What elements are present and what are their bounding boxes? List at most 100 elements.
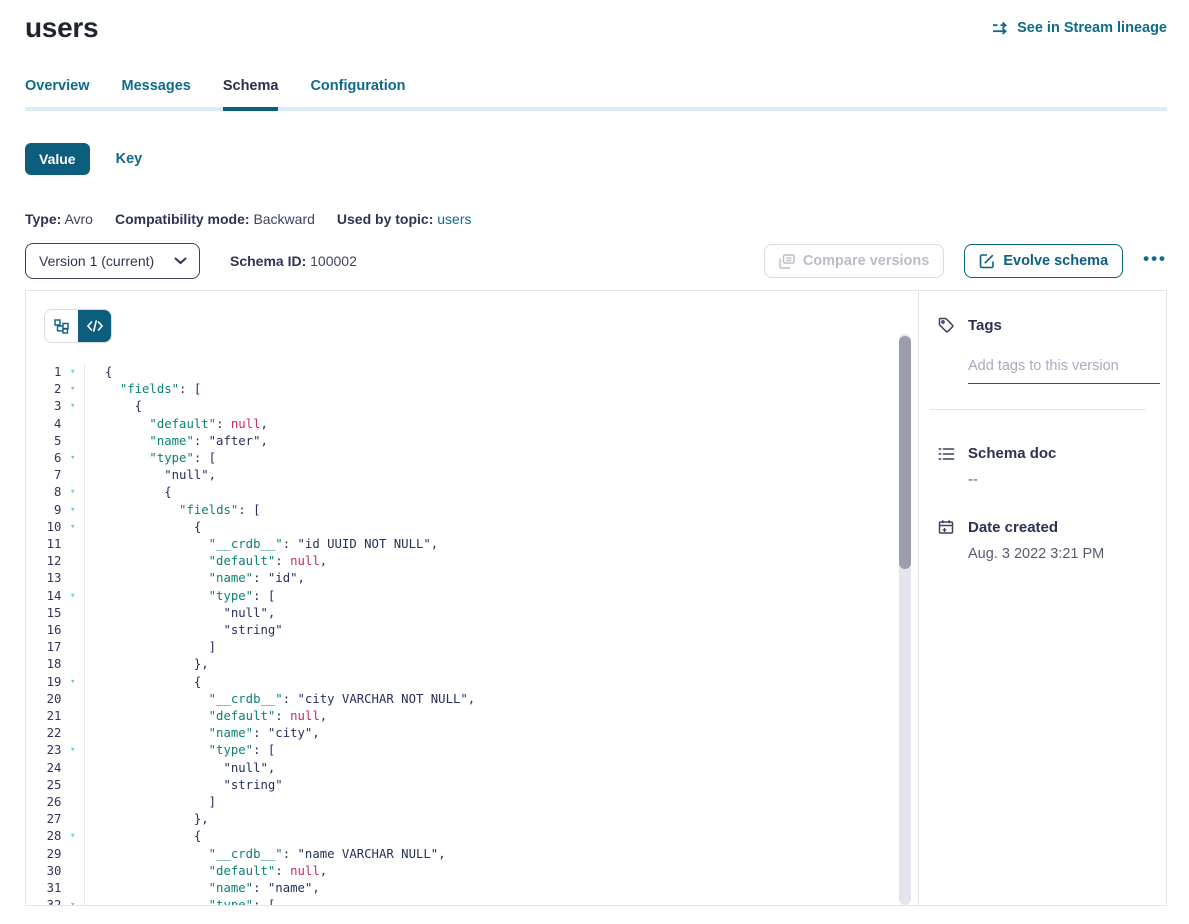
tab-overview[interactable]: Overview: [25, 78, 90, 107]
fold-toggle-icon[interactable]: ▾: [61, 398, 84, 415]
add-tags-input[interactable]: [968, 358, 1160, 384]
gutter: 29: [26, 846, 85, 863]
code-text: "name": "name",: [85, 880, 320, 897]
code-line: 13 "name": "id",: [26, 570, 918, 587]
code-text: "__crdb__": "id UUID NOT NULL",: [85, 536, 438, 553]
chevron-down-icon: [174, 257, 187, 265]
line-number: 3: [26, 398, 61, 415]
value-toggle-button[interactable]: Value: [25, 143, 90, 175]
gutter: 32▾: [26, 897, 85, 906]
code-line: 30 "default": null,: [26, 863, 918, 880]
editor-scrollbar-thumb[interactable]: [899, 336, 911, 569]
line-number: 20: [26, 691, 61, 708]
code-text: {: [85, 398, 142, 415]
fold-toggle-icon[interactable]: ▾: [61, 742, 84, 759]
gutter: 4: [26, 416, 85, 433]
tab-configuration[interactable]: Configuration: [310, 78, 405, 107]
see-in-stream-lineage-link[interactable]: See in Stream lineage: [992, 20, 1167, 36]
tree-view-icon: [54, 319, 69, 334]
fold-spacer: [61, 467, 84, 484]
line-number: 31: [26, 880, 61, 897]
line-number: 21: [26, 708, 61, 725]
line-number: 19: [26, 674, 61, 691]
compare-versions-button[interactable]: Compare versions: [764, 244, 945, 278]
fold-toggle-icon[interactable]: ▾: [61, 828, 84, 845]
line-number: 11: [26, 536, 61, 553]
fold-spacer: [61, 863, 84, 880]
code-line: 16 "string": [26, 622, 918, 639]
code-line: 15 "null",: [26, 605, 918, 622]
code-line: 8▾ {: [26, 484, 918, 501]
tree-view-button[interactable]: [45, 310, 78, 342]
line-number: 13: [26, 570, 61, 587]
code-view-button[interactable]: [78, 310, 111, 342]
fold-toggle-icon[interactable]: ▾: [61, 381, 84, 398]
editor-toolbar: [26, 291, 918, 343]
code-line: 7 "null",: [26, 467, 918, 484]
used-by-topic: Used by topic: users: [337, 211, 472, 227]
code-line: 20 "__crdb__": "city VARCHAR NOT NULL",: [26, 691, 918, 708]
gutter: 26: [26, 794, 85, 811]
version-select[interactable]: Version 1 (current): [25, 243, 200, 279]
line-number: 18: [26, 656, 61, 673]
fold-spacer: [61, 639, 84, 656]
more-actions-menu-button[interactable]: •••: [1143, 250, 1167, 273]
code-line: 26 ]: [26, 794, 918, 811]
gutter: 2▾: [26, 381, 85, 398]
fold-toggle-icon[interactable]: ▾: [61, 502, 84, 519]
fold-spacer: [61, 656, 84, 673]
key-toggle-button[interactable]: Key: [116, 151, 143, 167]
schema-doc-value: --: [968, 472, 1146, 488]
page-title: users: [25, 12, 98, 44]
view-toggle: [44, 309, 112, 343]
tag-icon: [938, 317, 955, 334]
edit-schema-icon: [979, 253, 995, 269]
gutter: 9▾: [26, 502, 85, 519]
line-number: 15: [26, 605, 61, 622]
fold-toggle-icon[interactable]: ▾: [61, 588, 84, 605]
tab-schema[interactable]: Schema: [223, 78, 279, 111]
fold-toggle-icon[interactable]: ▾: [61, 450, 84, 467]
line-number: 23: [26, 742, 61, 759]
line-number: 32: [26, 897, 61, 906]
gutter: 3▾: [26, 398, 85, 415]
code-line: 14▾ "type": [: [26, 588, 918, 605]
gutter: 11: [26, 536, 85, 553]
code-text: },: [85, 656, 209, 673]
gutter: 15: [26, 605, 85, 622]
code-text: "__crdb__": "name VARCHAR NULL",: [85, 846, 446, 863]
tags-title: Tags: [968, 317, 1002, 334]
line-number: 30: [26, 863, 61, 880]
code-line: 24 "null",: [26, 760, 918, 777]
code-text: "type": [: [85, 897, 275, 906]
code-text: "fields": [: [85, 381, 201, 398]
evolve-schema-button[interactable]: Evolve schema: [964, 244, 1123, 278]
code-lines: 1▾{2▾ "fields": [3▾ {4 "default": null,5…: [26, 364, 918, 906]
code-line: 9▾ "fields": [: [26, 502, 918, 519]
code-text: "fields": [: [85, 502, 261, 519]
gutter: 31: [26, 880, 85, 897]
line-number: 5: [26, 433, 61, 450]
topic-link[interactable]: users: [437, 211, 471, 227]
code-line: 12 "default": null,: [26, 553, 918, 570]
code-text: {: [85, 674, 201, 691]
fold-toggle-icon[interactable]: ▾: [61, 897, 84, 906]
code-text: "type": [: [85, 742, 275, 759]
gutter: 17: [26, 639, 85, 656]
line-number: 16: [26, 622, 61, 639]
line-number: 8: [26, 484, 61, 501]
line-number: 26: [26, 794, 61, 811]
code-text: "default": null,: [85, 416, 268, 433]
lineage-link-label: See in Stream lineage: [1017, 20, 1167, 36]
gutter: 10▾: [26, 519, 85, 536]
gutter: 28▾: [26, 828, 85, 845]
fold-toggle-icon[interactable]: ▾: [61, 364, 84, 381]
editor-scrollbar[interactable]: [899, 334, 911, 905]
fold-toggle-icon[interactable]: ▾: [61, 519, 84, 536]
fold-toggle-icon[interactable]: ▾: [61, 484, 84, 501]
tab-messages[interactable]: Messages: [122, 78, 191, 107]
code-line: 6▾ "type": [: [26, 450, 918, 467]
fold-toggle-icon[interactable]: ▾: [61, 674, 84, 691]
gutter: 23▾: [26, 742, 85, 759]
code-text: "type": [: [85, 450, 216, 467]
